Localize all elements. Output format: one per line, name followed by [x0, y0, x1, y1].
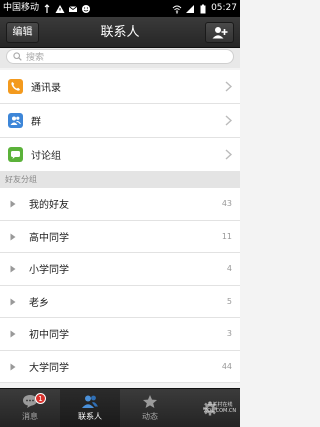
expand-triangle-icon	[10, 265, 16, 273]
wifi-icon	[172, 5, 182, 14]
expand-triangle-icon	[10, 200, 16, 208]
group-name: 大学同学	[29, 362, 69, 374]
carrier-label: 中国移动	[3, 3, 40, 13]
group-count: 44	[221, 361, 232, 371]
clock: 05:27	[211, 3, 237, 13]
group-count: 43	[221, 199, 232, 209]
contacts-icon	[82, 395, 98, 408]
tab-feed[interactable]: 动态	[120, 389, 180, 427]
tab-label: 动态	[142, 412, 158, 421]
page-title: 联系人	[100, 25, 140, 40]
search-placeholder: 搜索	[26, 53, 45, 63]
phone-book-icon	[8, 79, 23, 94]
smiley-icon	[82, 4, 91, 13]
group-row[interactable]: 大学同学 44	[0, 351, 240, 383]
mail-icon	[68, 5, 78, 12]
signal-icon	[186, 4, 195, 13]
expand-triangle-icon	[10, 298, 16, 305]
group-count: 4	[226, 264, 232, 274]
tab-messages[interactable]: 1 消息	[0, 389, 60, 427]
add-contact-button[interactable]	[205, 22, 234, 43]
tab-label: 联系人	[78, 412, 102, 421]
add-contact-icon	[212, 27, 227, 39]
group-name: 小学同学	[29, 265, 69, 277]
menu-item-label: 通讯录	[31, 83, 61, 94]
menu-item-label: 讨论组	[31, 151, 61, 162]
edit-button[interactable]: 编辑	[6, 22, 39, 43]
expand-triangle-icon	[10, 363, 16, 370]
usb-icon	[44, 3, 50, 13]
group-row[interactable]: 高中同学 11	[0, 221, 240, 253]
tab-contacts[interactable]: 联系人	[60, 389, 120, 427]
tab-label: 消息	[22, 412, 38, 421]
menu-item-address-book[interactable]: 通讯录	[0, 70, 240, 104]
friend-groups-header: 好友分组	[0, 171, 240, 188]
group-count: 5	[226, 296, 232, 306]
group-name: 高中同学	[29, 232, 69, 244]
group-name: 老乡	[29, 297, 49, 309]
search-icon	[13, 52, 22, 61]
app-header: 编辑 联系人	[0, 17, 240, 48]
search-input[interactable]: 搜索	[6, 49, 234, 64]
menu-item-groups[interactable]: 群	[0, 104, 240, 138]
chevron-right-icon	[225, 81, 232, 92]
group-name: 我的好友	[29, 200, 69, 212]
search-bar: 搜索	[0, 48, 240, 68]
chat-bubble-icon	[8, 147, 23, 162]
star-icon	[143, 395, 157, 408]
group-row[interactable]: 老乡 5	[0, 286, 240, 318]
expand-triangle-icon	[10, 330, 16, 338]
watermark-line2: ZOL.COM.CN	[203, 407, 237, 414]
group-name: 初中同学	[29, 330, 69, 342]
group-row[interactable]: 初中同学 3	[0, 318, 240, 351]
expand-triangle-icon	[10, 233, 16, 240]
contacts-menu: 通讯录 群 讨论组	[0, 70, 240, 172]
group-count: 11	[221, 231, 232, 241]
chevron-right-icon	[225, 115, 232, 126]
status-bar: 中国移动 05:27	[0, 0, 240, 17]
chevron-right-icon	[225, 149, 232, 160]
group-row[interactable]: 小学同学 4	[0, 253, 240, 286]
group-row[interactable]: 我的好友 43	[0, 188, 240, 221]
menu-item-label: 群	[31, 117, 41, 128]
group-count: 3	[226, 329, 232, 339]
warning-icon	[55, 4, 65, 13]
unread-badge: 1	[35, 393, 46, 404]
menu-item-discussion-groups[interactable]: 讨论组	[0, 138, 240, 172]
group-icon	[8, 113, 23, 128]
friend-groups-list: 我的好友 43 高中同学 11 小学同学 4 老乡 5 初中同学 3 大学同学 …	[0, 188, 240, 383]
battery-icon	[200, 4, 206, 13]
watermark-logo: 中关村在线 ZOL.COM.CN	[203, 388, 237, 427]
